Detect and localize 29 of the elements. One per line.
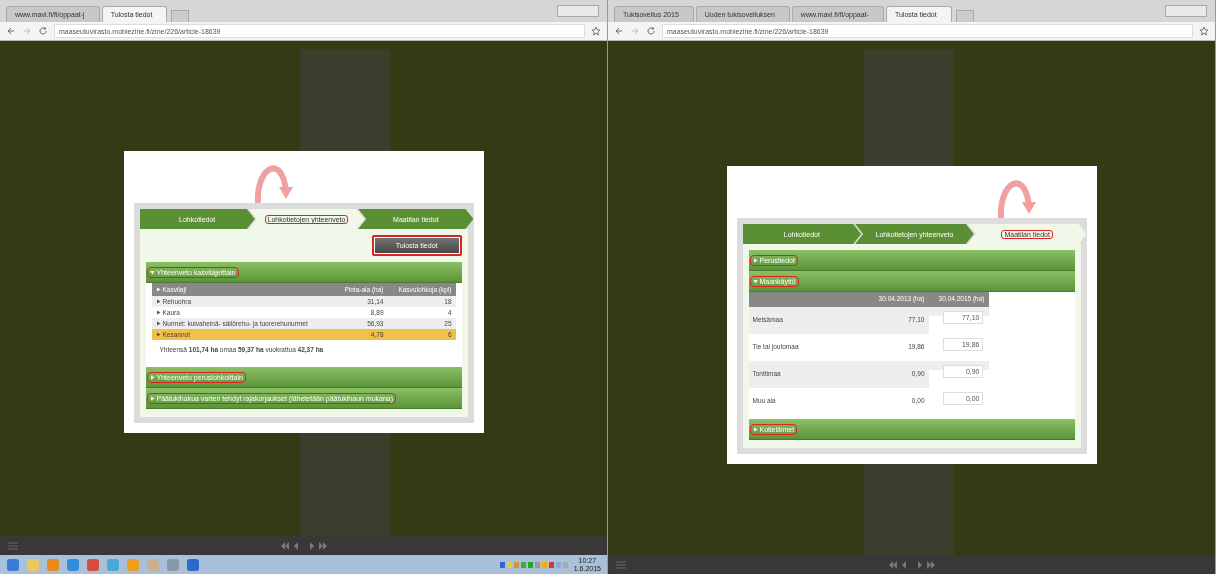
taskbar-app-icon[interactable] <box>186 557 200 572</box>
taskbar-app-icon[interactable] <box>6 557 20 572</box>
triangle-icon <box>752 426 758 432</box>
back-icon[interactable] <box>614 26 624 36</box>
triangle-icon <box>149 374 155 380</box>
taskbar-app-icon[interactable] <box>66 557 80 572</box>
taskbar-app-icon[interactable] <box>86 557 100 572</box>
new-tab-button[interactable] <box>171 10 190 22</box>
taskbar-app-icon[interactable] <box>106 557 120 572</box>
reload-icon[interactable] <box>38 26 48 36</box>
taskbar-app-icon[interactable] <box>26 557 40 572</box>
taskbar-app-icon[interactable] <box>126 557 140 572</box>
forward-icon[interactable] <box>630 26 640 36</box>
triangle-icon <box>752 257 758 263</box>
forward-icon[interactable] <box>22 26 32 36</box>
triangle-icon <box>752 278 758 284</box>
star-icon[interactable] <box>1199 26 1209 36</box>
star-icon[interactable] <box>591 26 601 36</box>
new-tab-button[interactable] <box>955 10 974 22</box>
reload-icon[interactable] <box>646 26 656 36</box>
window-controls[interactable] <box>557 5 599 17</box>
taskbar-app-icon[interactable] <box>46 557 60 572</box>
taskbar-app-icon[interactable] <box>166 557 180 572</box>
window-controls[interactable] <box>1165 5 1207 17</box>
triangle-icon <box>155 287 161 292</box>
back-icon[interactable] <box>6 26 16 36</box>
triangle-icon <box>149 395 155 401</box>
triangle-icon <box>149 269 155 275</box>
tray-icons[interactable] <box>499 560 570 569</box>
